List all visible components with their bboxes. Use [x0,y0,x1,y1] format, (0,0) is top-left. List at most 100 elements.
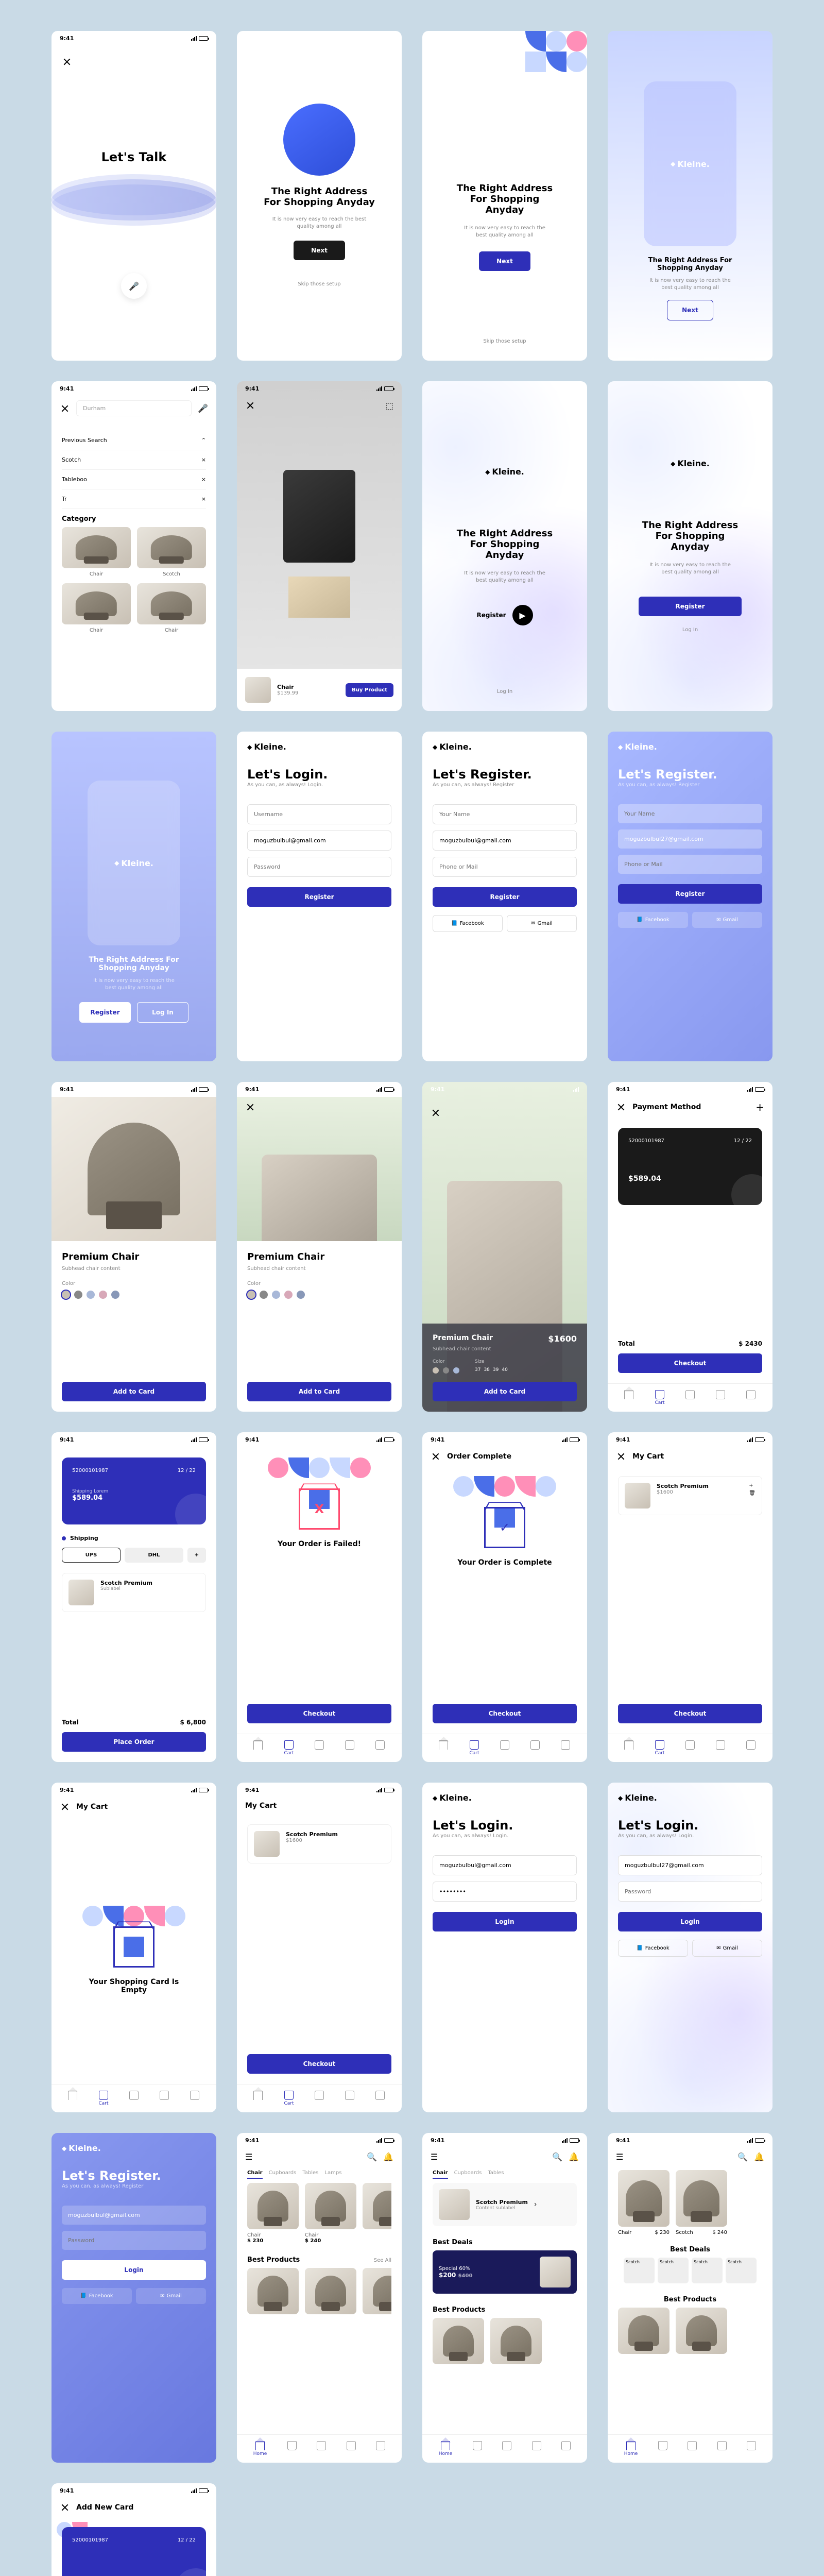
nav-fav[interactable] [129,2091,139,2106]
category-tab[interactable]: Chair [433,2170,448,2179]
mic-button[interactable]: 🎤 [121,273,147,299]
nav-fav[interactable] [685,1740,695,1756]
gmail-button[interactable]: ✉ Gmail [136,2288,206,2304]
nav-chat[interactable] [717,2441,727,2456]
nav-chat[interactable] [345,2091,354,2106]
checkout-button[interactable]: Checkout [247,1704,391,1723]
color-swatch[interactable] [284,1291,293,1299]
nav-chat[interactable] [530,1740,540,1756]
email-input[interactable]: moguzbulbul@gmail.com [62,2206,206,2225]
nav-profile[interactable] [375,1740,385,1756]
nav-cart[interactable]: Cart [284,2091,294,2106]
nav-home[interactable]: Home [624,2441,638,2456]
product-card[interactable] [433,2318,484,2367]
email-input[interactable]: moguzbulbul@gmail.com [247,831,391,851]
category-tab[interactable]: Chair [247,2170,263,2179]
category-tab[interactable]: Tables [488,2170,504,2179]
bell-icon[interactable]: 🔔 [754,2152,764,2162]
category-item[interactable]: Chair [62,527,131,577]
product-card[interactable] [363,2183,391,2244]
checkout-button[interactable]: Checkout [247,2054,391,2074]
buy-button[interactable]: Buy Product [346,683,393,697]
login-button[interactable]: Login [618,1912,762,1931]
email-input[interactable]: moguzbulbul27@gmail.com [618,1855,762,1875]
color-swatch[interactable] [247,1291,255,1299]
nav-home[interactable]: Home [439,2441,453,2456]
color-swatch[interactable] [297,1291,305,1299]
nav-cart[interactable] [658,2441,667,2456]
nav-home[interactable] [253,2091,263,2106]
close-icon[interactable] [245,1102,255,1112]
close-icon[interactable] [616,1451,626,1462]
nav-profile[interactable] [190,2091,199,2106]
close-icon[interactable] [245,400,255,411]
login-button[interactable]: Login [433,1912,577,1931]
nav-cart[interactable]: Cart [655,1390,664,1405]
size-option[interactable]: 39 [493,1367,499,1372]
login-button[interactable]: Login [62,2260,206,2280]
username-input[interactable] [247,804,391,824]
payment-card[interactable]: 5200010198712 / 22 Shipping Lorem $589.0… [62,1458,206,1524]
login-link[interactable]: Log In [497,688,512,696]
deal-card[interactable]: Scotch PremiumContent sublabel › [433,2183,577,2226]
password-input[interactable]: •••••••• [433,1882,577,1902]
nav-fav[interactable] [685,1390,695,1405]
login-link[interactable]: Log In [682,626,698,634]
search-history-item[interactable]: Tr× [62,489,206,509]
place-order-button[interactable]: Place Order [62,1732,206,1752]
deal-card[interactable]: Special 60%$200 $400 [433,2250,577,2294]
login-button[interactable]: Log In [137,1002,188,1023]
voice-icon[interactable]: 🎤 [198,403,208,413]
shipping-ups[interactable]: UPS [62,1548,121,1563]
name-input[interactable] [433,804,577,824]
search-input[interactable]: Durham [76,400,192,416]
bell-icon[interactable]: 🔔 [383,2152,393,2162]
facebook-button[interactable]: 📘 Facebook [618,1940,688,1957]
shipping-add[interactable]: + [187,1548,206,1563]
deal-chip[interactable]: Scotch [726,2258,757,2283]
next-button[interactable]: Next [479,251,530,271]
category-tab[interactable]: Cupboards [269,2170,297,2179]
nav-profile[interactable] [561,1740,570,1756]
product-card[interactable] [247,2268,299,2317]
category-item[interactable]: Scotch [137,527,206,577]
phone-input[interactable] [618,855,762,874]
facebook-button[interactable]: 📘 Facebook [433,915,503,932]
search-icon[interactable]: 🔍 [737,2152,748,2162]
play-button[interactable]: ▶ [512,605,533,625]
register-button[interactable]: Register [79,1002,131,1023]
nav-chat[interactable] [160,2091,169,2106]
color-swatch[interactable] [443,1367,449,1374]
color-swatch[interactable] [99,1291,107,1299]
nav-fav[interactable] [315,1740,324,1756]
category-tab[interactable]: Lamps [324,2170,341,2179]
menu-icon[interactable]: ☰ [245,2152,252,2162]
facebook-button[interactable]: 📘 Facebook [62,2288,132,2304]
category-tab[interactable]: Cupboards [454,2170,482,2179]
facebook-button[interactable]: 📘 Facebook [618,912,688,928]
nav-chat[interactable] [532,2441,541,2456]
register-button[interactable]: Register [618,884,762,904]
product-card[interactable] [305,2268,356,2317]
password-input[interactable] [618,1882,762,1902]
email-input[interactable]: moguzbulbul27@gmail.com [618,829,762,849]
qty-plus[interactable]: + [749,1483,756,1488]
close-icon[interactable] [431,1451,441,1462]
nav-fav[interactable] [315,2091,324,2106]
cart-item[interactable]: Scotch Premium $1600 + 🗑 [618,1476,762,1515]
nav-cart[interactable]: Cart [655,1740,664,1756]
nav-home[interactable] [253,1740,263,1756]
register-button[interactable]: Register [247,887,391,907]
email-input[interactable]: moguzbulbul@gmail.com [433,831,577,851]
nav-home[interactable] [624,1740,633,1756]
color-swatch[interactable] [433,1367,439,1374]
add-to-cart-button[interactable]: Add to Card [62,1382,206,1401]
size-option[interactable]: 37 [475,1367,480,1372]
checkout-button[interactable]: Checkout [433,1704,577,1723]
nav-chat[interactable] [347,2441,356,2456]
nav-profile[interactable] [746,1740,756,1756]
category-item[interactable]: Chair [62,583,131,633]
nav-cart[interactable] [473,2441,482,2456]
size-option[interactable]: 40 [502,1367,507,1372]
product-card[interactable]: Chair$ 240 [305,2183,356,2244]
